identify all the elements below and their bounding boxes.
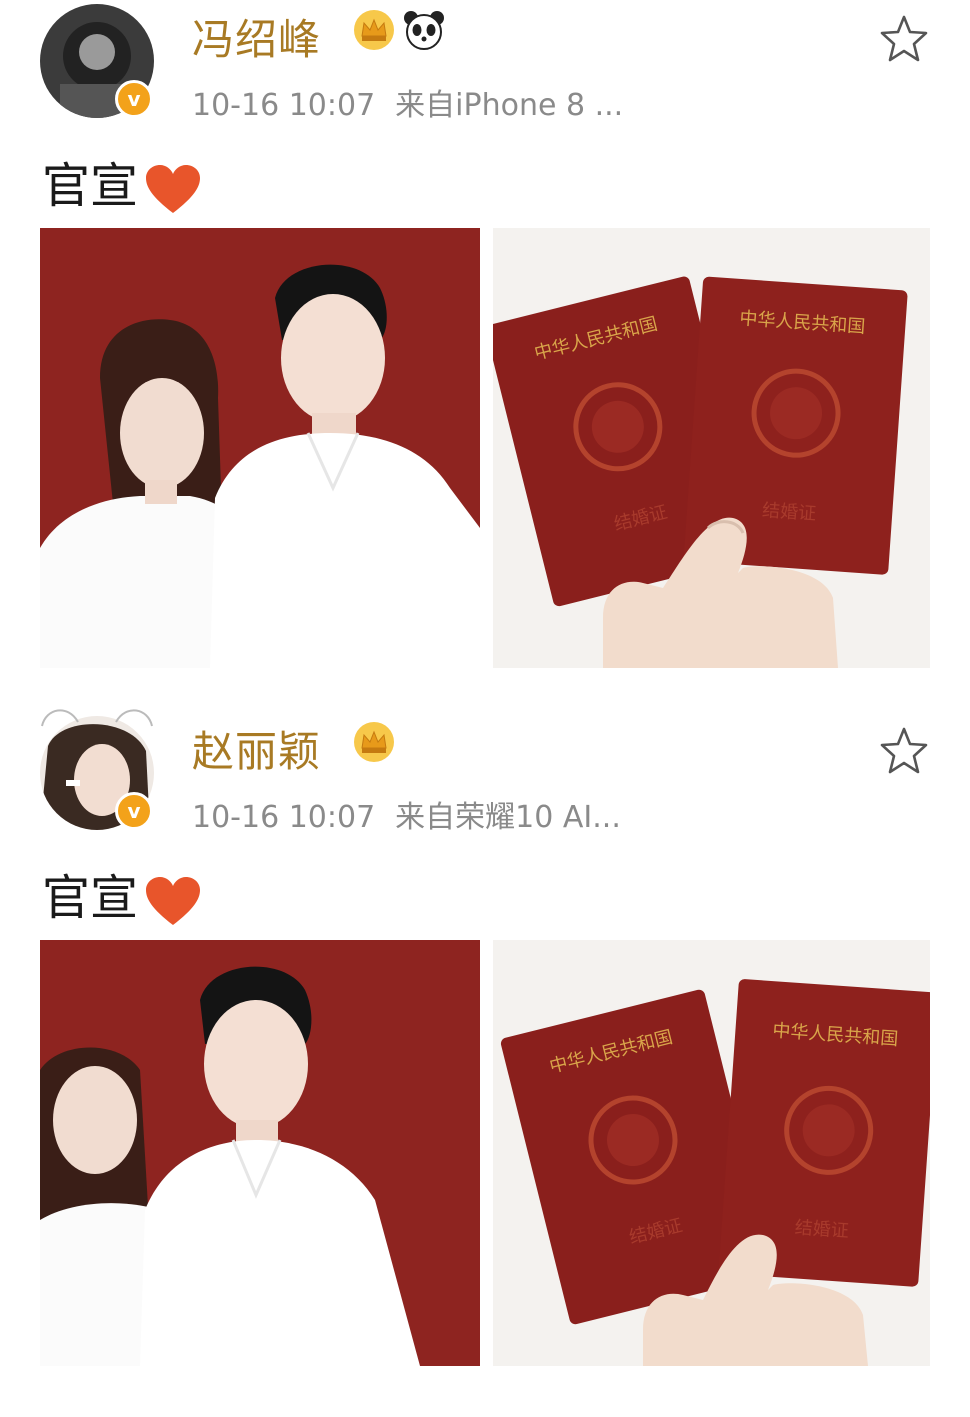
bunny-ears-decoration [41,709,153,727]
caption-text: 官宣 [42,158,139,214]
couple-photo[interactable] [40,228,480,668]
panda-icon [404,11,444,50]
post-source: 来自荣耀10 AI... [395,800,621,835]
vip-crown-icon [354,722,394,762]
booklet-label-right: 结婚证 [794,1217,849,1242]
heart-icon [146,877,201,925]
post-caption: 官宣 [42,146,202,216]
weibo-post-1: v 冯绍峰 10-16 10:07 来自iPhone 8 ... 官宣 中华人民… [0,0,970,705]
star-icon[interactable] [878,12,930,64]
vip-crown-icon [354,10,394,50]
timestamp: 10-16 10:07 [192,800,376,835]
booklet-label-right: 结婚证 [761,500,816,525]
star-icon[interactable] [878,724,930,776]
post-meta: 10-16 10:07 来自荣耀10 AI... [192,792,621,836]
avatar[interactable]: v [40,709,154,830]
weibo-post-2: v 赵丽颖 10-16 10:07 来自荣耀10 AI... 官宣 中华人民共和… [0,709,970,1417]
couple-photo[interactable] [40,940,480,1366]
caption-text: 官宣 [42,870,139,926]
username[interactable]: 赵丽颖 [192,718,321,779]
timestamp: 10-16 10:07 [192,88,376,123]
username[interactable]: 冯绍峰 [192,6,321,67]
marriage-certificate-photo[interactable]: 中华人民共和国 结婚证 中华人民共和国 结婚证 [493,940,930,1366]
post-source: 来自iPhone 8 ... [395,88,624,123]
post-caption: 官宣 [42,858,202,928]
verified-badge: v [115,80,153,118]
verified-badge: v [115,792,153,830]
post-meta: 10-16 10:07 来自iPhone 8 ... [192,80,623,124]
heart-icon [146,165,201,213]
marriage-certificate-photo[interactable]: 中华人民共和国 结婚证 中华人民共和国 结婚证 [493,228,930,668]
avatar[interactable]: v [40,4,154,118]
